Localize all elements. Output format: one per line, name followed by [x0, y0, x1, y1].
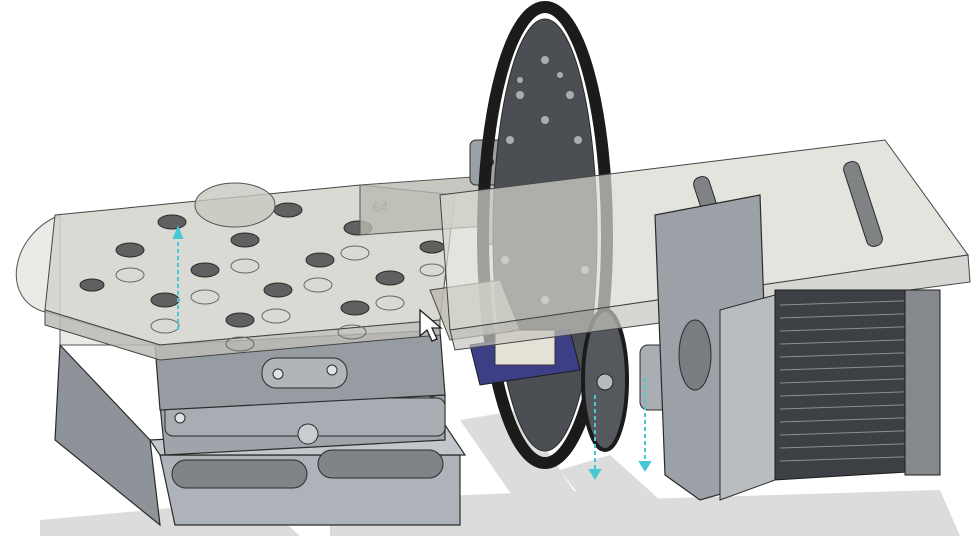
- 3d-viewport[interactable]: 64: [0, 0, 980, 536]
- stage-slot-left: [171, 459, 308, 489]
- motor-face: [719, 294, 776, 501]
- screw-icon: [272, 368, 284, 380]
- motor-end-cap: [904, 289, 941, 476]
- stage-adjust-knob[interactable]: [297, 423, 319, 445]
- screw-icon: [326, 364, 338, 376]
- cylinder-boss: [194, 182, 276, 228]
- stage-base-side: [54, 343, 161, 527]
- pulley-bore: [596, 373, 614, 391]
- xy-stage[interactable]: [54, 329, 467, 527]
- stage-slot-right: [317, 449, 444, 479]
- cad-model[interactable]: 64: [0, 0, 980, 536]
- motor-shaft-hole: [678, 319, 712, 391]
- screw-icon: [174, 412, 186, 424]
